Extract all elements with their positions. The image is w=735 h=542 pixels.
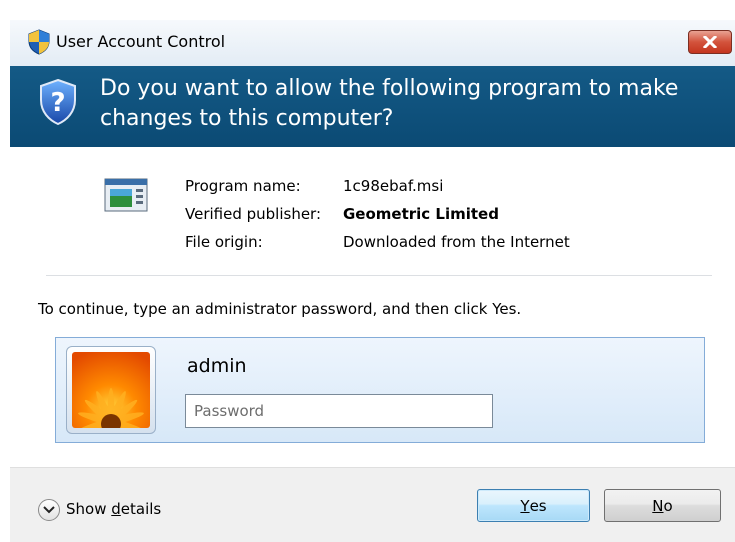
show-details-link[interactable]: Show details xyxy=(66,500,161,518)
publisher-value: Geometric Limited xyxy=(343,205,499,223)
close-button[interactable] xyxy=(688,30,732,54)
file-origin-value: Downloaded from the Internet xyxy=(343,233,570,251)
program-icon xyxy=(104,178,148,212)
divider xyxy=(46,275,712,276)
no-accel: N xyxy=(652,496,664,515)
uac-shield-icon xyxy=(28,29,50,55)
show-details-accel: d xyxy=(111,500,121,518)
password-input[interactable] xyxy=(185,394,493,428)
username: admin xyxy=(187,355,247,377)
show-details-toggle[interactable] xyxy=(38,499,60,521)
chevron-down-icon xyxy=(43,506,55,514)
window-title: User Account Control xyxy=(56,32,226,51)
yes-rest: es xyxy=(529,496,547,515)
instruction-text: To continue, type an administrator passw… xyxy=(38,300,522,318)
publisher-label: Verified publisher: xyxy=(185,205,322,223)
yes-button[interactable]: Yes xyxy=(477,489,590,522)
consent-question: Do you want to allow the following progr… xyxy=(100,76,679,131)
show-details-suffix: etails xyxy=(120,500,162,518)
file-origin-label: File origin: xyxy=(185,233,263,251)
question-shield-icon: ? xyxy=(40,79,76,125)
avatar xyxy=(72,352,150,428)
program-name-label: Program name: xyxy=(185,177,301,195)
close-icon xyxy=(703,36,717,48)
svg-text:?: ? xyxy=(50,88,65,118)
no-button[interactable]: No xyxy=(604,489,721,522)
yes-accel: Y xyxy=(520,496,530,515)
show-details-prefix: Show xyxy=(66,500,112,518)
program-name-value: 1c98ebaf.msi xyxy=(343,177,444,195)
no-rest: o xyxy=(663,496,673,515)
